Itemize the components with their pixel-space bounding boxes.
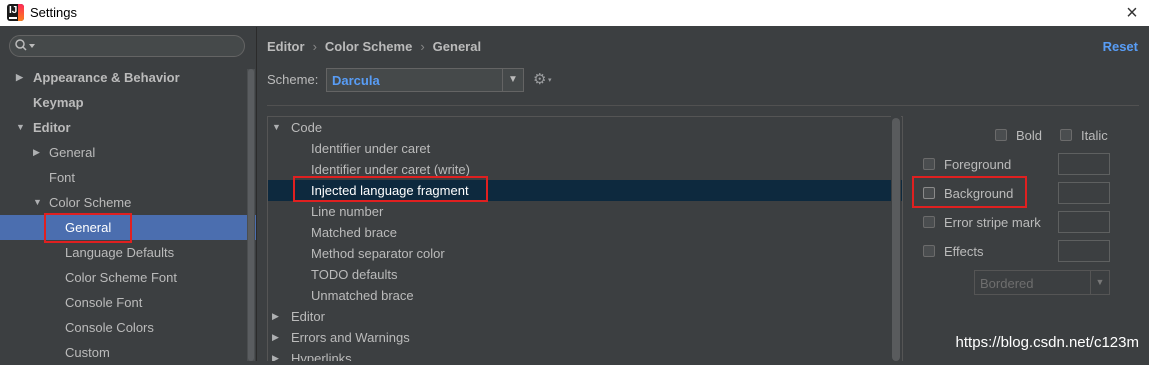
tree-item-label: TODO defaults — [311, 267, 398, 282]
tree-item-label: Code — [291, 120, 323, 135]
effects-type-select[interactable]: Bordered ▼ — [974, 270, 1110, 295]
sidebar-item-label: Console Colors — [65, 320, 154, 335]
sidebar-item-language-defaults[interactable]: Language Defaults — [0, 240, 248, 265]
gear-dropdown-icon[interactable]: ▾ — [548, 76, 552, 84]
chevron-right-icon: ▶ — [16, 72, 23, 82]
sidebar-item-console-colors[interactable]: Console Colors — [0, 315, 248, 340]
tree-item-label: Identifier under caret — [311, 141, 431, 156]
effects-color-swatch[interactable] — [1058, 240, 1110, 262]
tree-item-identifier-under-caret[interactable]: Identifier under caret — [268, 138, 902, 159]
reset-link[interactable]: Reset — [1103, 39, 1138, 54]
scheme-select[interactable]: Darcula ▼ — [326, 68, 524, 92]
chevron-down-icon: ▼ — [272, 122, 281, 132]
tree-scrollbar[interactable] — [891, 116, 901, 361]
tree-item-todo-defaults[interactable]: TODO defaults — [268, 264, 902, 285]
checkbox-box[interactable] — [995, 129, 1007, 141]
sidebar-item-label: Custom — [65, 345, 110, 360]
color-tree[interactable]: ▼ Code Identifier under caret Identifier… — [267, 116, 903, 361]
effects-label: Effects — [944, 244, 984, 259]
sidebar-item-label: Keymap — [33, 95, 84, 110]
background-color-swatch[interactable] — [1058, 182, 1110, 204]
chevron-right-icon: ▶ — [33, 147, 40, 157]
sidebar-scrollbar[interactable] — [247, 69, 255, 361]
highlight-box-general — [44, 213, 132, 243]
sidebar-item-keymap[interactable]: Keymap — [0, 90, 248, 115]
tree-item-label: Hyperlinks — [291, 351, 352, 361]
scheme-label: Scheme: — [267, 72, 319, 87]
effects-type-value: Bordered — [980, 276, 1034, 291]
checkbox-box[interactable] — [923, 158, 935, 170]
breadcrumb-item-editor: Editor — [267, 39, 305, 54]
sidebar-item-custom[interactable]: Custom — [0, 340, 248, 365]
tree-item-label: Errors and Warnings — [291, 330, 410, 345]
italic-label: Italic — [1081, 128, 1108, 143]
breadcrumb-separator: › — [420, 39, 425, 54]
window-title: Settings — [30, 5, 77, 20]
sidebar-item-color-scheme[interactable]: ▼ Color Scheme — [0, 190, 248, 215]
separator-line — [267, 105, 1139, 106]
tree-item-editor[interactable]: ▶ Editor — [268, 306, 902, 327]
chevron-down-icon: ▼ — [16, 122, 25, 132]
intellij-logo-icon: IJ — [7, 4, 24, 21]
chevron-down-icon[interactable]: ▼ — [1090, 271, 1109, 294]
tree-item-code[interactable]: ▼ Code — [268, 117, 902, 138]
checkbox-box[interactable] — [923, 245, 935, 257]
search-input[interactable] — [9, 35, 245, 57]
sidebar-item-label: General — [49, 145, 96, 160]
sidebar-item-console-font[interactable]: Console Font — [0, 290, 248, 315]
tree-item-errors-warnings[interactable]: ▶ Errors and Warnings — [268, 327, 902, 348]
sidebar-item-editor[interactable]: ▼ Editor — [0, 115, 248, 140]
close-icon[interactable]: × — [1121, 2, 1143, 24]
title-bar: IJ Settings × — [0, 0, 1149, 26]
tree-item-matched-brace[interactable]: Matched brace — [268, 222, 902, 243]
breadcrumb-item-color-scheme: Color Scheme — [324, 39, 413, 54]
sidebar-item-label: Console Font — [65, 295, 143, 310]
chevron-right-icon: ▶ — [272, 353, 279, 361]
sidebar-item-appearance-behavior[interactable]: ▶ Appearance & Behavior — [0, 65, 248, 90]
foreground-label: Foreground — [944, 157, 1012, 172]
breadcrumb: Editor › Color Scheme › General — [267, 39, 481, 54]
scheme-select-value: Darcula — [332, 73, 380, 88]
tree-item-unmatched-brace[interactable]: Unmatched brace — [268, 285, 902, 306]
tree-item-method-separator-color[interactable]: Method separator color — [268, 243, 902, 264]
bold-label: Bold — [1016, 128, 1043, 143]
tree-item-hyperlinks[interactable]: ▶ Hyperlinks — [268, 348, 902, 361]
sidebar-item-editor-general[interactable]: ▶ General — [0, 140, 248, 165]
sidebar-item-label: Appearance & Behavior — [33, 70, 180, 85]
tree-item-line-number[interactable]: Line number — [268, 201, 902, 222]
tree-item-label: Matched brace — [311, 225, 397, 240]
sidebar-item-label: Color Scheme Font — [65, 270, 177, 285]
chevron-right-icon: ▶ — [272, 311, 279, 321]
tree-item-label: Unmatched brace — [311, 288, 414, 303]
tree-item-label: Method separator color — [311, 246, 445, 261]
gear-icon[interactable]: ⚙ — [533, 70, 546, 88]
chevron-right-icon: ▶ — [272, 332, 279, 342]
chevron-down-icon: ▼ — [33, 197, 42, 207]
search-icon — [15, 39, 35, 51]
tree-item-label: Line number — [311, 204, 384, 219]
sidebar-item-label: Editor — [33, 120, 71, 135]
sidebar-item-color-scheme-font[interactable]: Color Scheme Font — [0, 265, 248, 290]
chevron-down-icon[interactable]: ▼ — [502, 69, 523, 91]
sidebar-item-label: Language Defaults — [65, 245, 175, 260]
highlight-box-injected-fragment — [293, 176, 488, 202]
error-stripe-color-swatch[interactable] — [1058, 211, 1110, 233]
highlight-box-background — [912, 176, 1027, 208]
breadcrumb-item-general: General — [432, 39, 482, 54]
sidebar-item-label: Color Scheme — [49, 195, 132, 210]
settings-sidebar: ▶ Appearance & Behavior Keymap ▼ Editor … — [0, 27, 256, 361]
tree-item-label: Editor — [291, 309, 325, 324]
error-stripe-label: Error stripe mark — [944, 215, 1041, 230]
checkbox-box[interactable] — [1060, 129, 1072, 141]
sidebar-item-font[interactable]: Font — [0, 165, 248, 190]
sidebar-item-label: Font — [49, 170, 76, 185]
checkbox-box[interactable] — [923, 216, 935, 228]
foreground-color-swatch[interactable] — [1058, 153, 1110, 175]
breadcrumb-separator: › — [312, 39, 317, 54]
watermark-text: https://blog.csdn.net/c123m — [955, 334, 1139, 351]
